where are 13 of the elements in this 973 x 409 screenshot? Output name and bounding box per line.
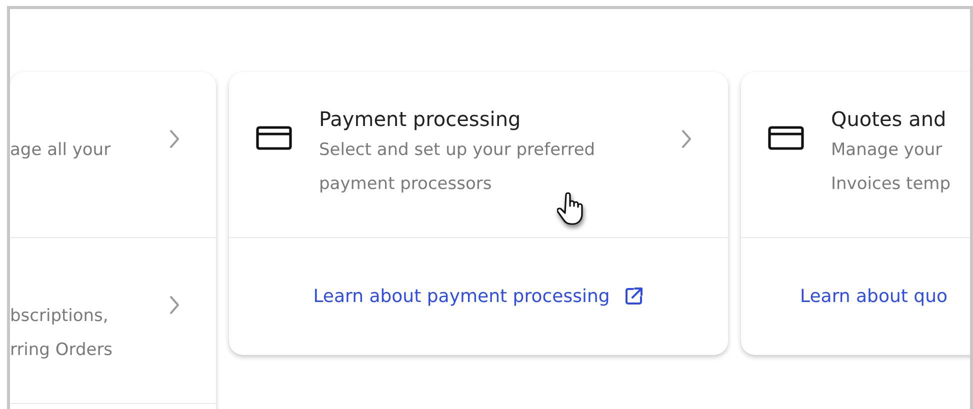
card-description: Select and set up your preferred	[319, 139, 596, 162]
card-description: payment processors	[319, 173, 492, 196]
card-description: bscriptions,	[10, 305, 108, 328]
credit-card-icon	[256, 126, 292, 150]
learn-more-link[interactable]: Learn about payment processing	[313, 286, 644, 306]
card-description: Manage your	[831, 139, 942, 162]
card-description: Invoices temp	[831, 173, 951, 196]
credit-card-icon	[768, 126, 804, 150]
card-title: Quotes and	[831, 106, 948, 132]
card-description: rring Orders	[10, 339, 113, 362]
card-description: age all your	[10, 139, 111, 162]
learn-more-link[interactable]: Learn about quo	[800, 286, 948, 306]
card-title: Payment processing	[319, 106, 522, 132]
